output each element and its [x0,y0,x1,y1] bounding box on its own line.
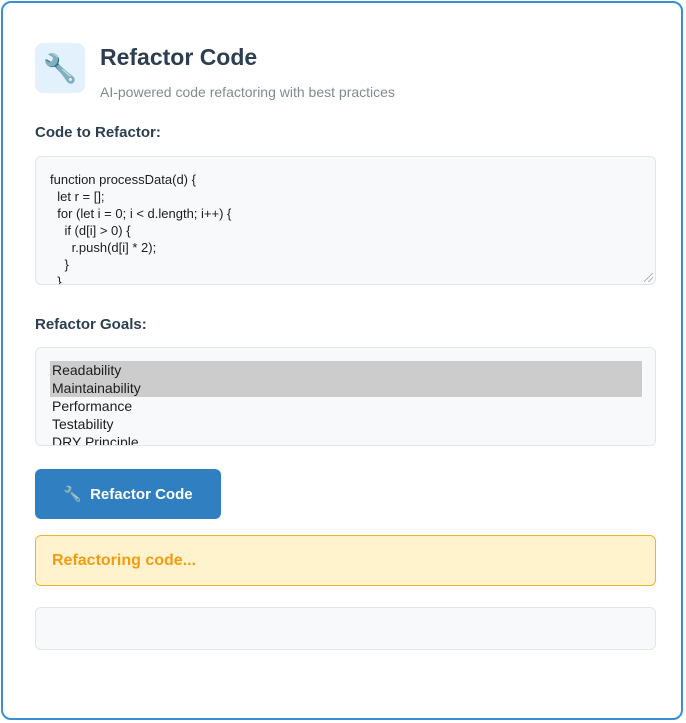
wrench-icon: 🔧 [63,486,83,503]
resize-handle[interactable] [644,273,653,282]
status-text: Refactoring code... [52,551,197,569]
goal-option-performance[interactable]: Performance [50,397,642,415]
goals-select[interactable]: Readability Maintainability Performance … [35,347,656,446]
goal-option-dry-principle[interactable]: DRY Principle [50,433,642,445]
page-subtitle: AI-powered code refactoring with best pr… [100,84,395,100]
refactor-panel: 🔧 Refactor Code AI-powered code refactor… [1,1,683,720]
code-input[interactable]: function processData(d) { let r = []; fo… [35,156,656,285]
page-title: Refactor Code [100,44,258,70]
code-label: Code to Refactor: [35,124,161,141]
code-input-text: function processData(d) { let r = []; fo… [50,172,232,285]
refactor-button-label: Refactor Code [90,485,193,503]
wrench-icon: 🔧 [35,43,85,93]
goal-option-testability[interactable]: Testability [50,415,642,433]
goal-option-readability[interactable]: Readability [50,361,642,379]
result-output [35,607,656,650]
goal-option-maintainability[interactable]: Maintainability [50,379,642,397]
panel-header: 🔧 Refactor Code AI-powered code refactor… [35,43,395,100]
header-titles: Refactor Code AI-powered code refactorin… [100,43,395,100]
goals-label: Refactor Goals: [35,316,147,333]
refactor-button[interactable]: 🔧 Refactor Code [35,469,221,519]
status-message: Refactoring code... [35,535,656,586]
